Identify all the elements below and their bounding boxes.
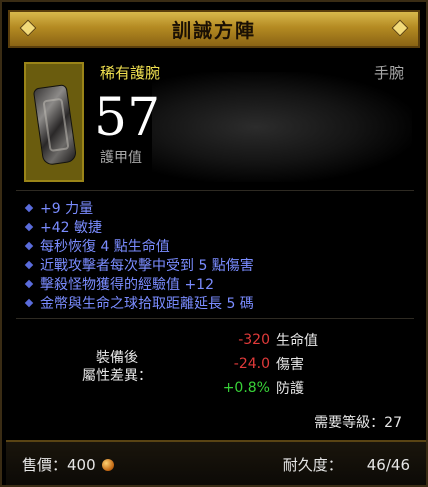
compare-list: -320 生命值 -24.0 傷害 +0.8% 防護 — [192, 328, 318, 400]
diamond-bullet-icon — [24, 260, 34, 269]
stat-line: +42 敏捷 — [24, 217, 254, 236]
compare-value: -320 — [238, 332, 270, 348]
item-icon-frame — [24, 62, 84, 182]
required-level: 需要等級：27 — [314, 415, 402, 431]
divider — [16, 318, 414, 319]
title-bar: 訓誡方陣 — [8, 10, 420, 48]
background-smoke — [152, 72, 412, 182]
stat-line: 擊殺怪物獲得的經驗值 +12 — [24, 274, 254, 293]
stat-line: 每秒恢復 4 點生命值 — [24, 236, 254, 255]
compare-value: -24.0 — [233, 356, 270, 372]
diamond-bullet-icon — [24, 222, 34, 231]
compare-row: +0.8% 防護 — [192, 376, 318, 400]
item-tooltip: 訓誡方陣 稀有護腕 手腕 57 護甲值 +9 力量 +42 敏捷 每秒恢復 4 … — [0, 0, 428, 487]
tooltip-footer: 售價：400 耐久度： 46/46 — [6, 440, 426, 485]
divider — [16, 190, 414, 191]
compare-label: 裝備後 屬性差異： — [82, 350, 152, 384]
stat-line: 金幣與生命之球拾取距離延長 5 碼 — [24, 293, 254, 312]
diamond-bullet-icon — [24, 279, 34, 288]
compare-stat-name: 防護 — [276, 381, 304, 397]
stat-list: +9 力量 +42 敏捷 每秒恢復 4 點生命值 近戰攻擊者每次擊中受到 5 點… — [24, 198, 254, 312]
diamond-bullet-icon — [24, 203, 34, 212]
compare-value: +0.8% — [222, 380, 270, 396]
durability-value: 46/46 — [366, 456, 410, 474]
gold-coin-icon — [101, 458, 114, 471]
stat-line: 近戰攻擊者每次擊中受到 5 點傷害 — [24, 255, 254, 274]
stat-line: +9 力量 — [24, 198, 254, 217]
diamond-bullet-icon — [24, 241, 34, 250]
diamond-bullet-icon — [24, 298, 34, 307]
compare-row: -24.0 傷害 — [192, 352, 318, 376]
item-slot-type: 手腕 — [373, 64, 404, 82]
item-rarity-name: 稀有護腕 — [100, 64, 161, 82]
item-title: 訓誡方陣 — [171, 19, 256, 42]
compare-stat-name: 傷害 — [276, 357, 304, 373]
compare-row: -320 生命值 — [192, 328, 318, 352]
armor-label: 護甲值 — [100, 150, 142, 166]
compare-stat-name: 生命值 — [276, 333, 318, 349]
armor-value: 57 — [94, 88, 161, 148]
sell-price: 售價：400 — [22, 454, 114, 475]
bracer-icon — [32, 84, 78, 166]
durability-label: 耐久度： — [282, 456, 343, 474]
durability: 耐久度： 46/46 — [283, 454, 410, 475]
